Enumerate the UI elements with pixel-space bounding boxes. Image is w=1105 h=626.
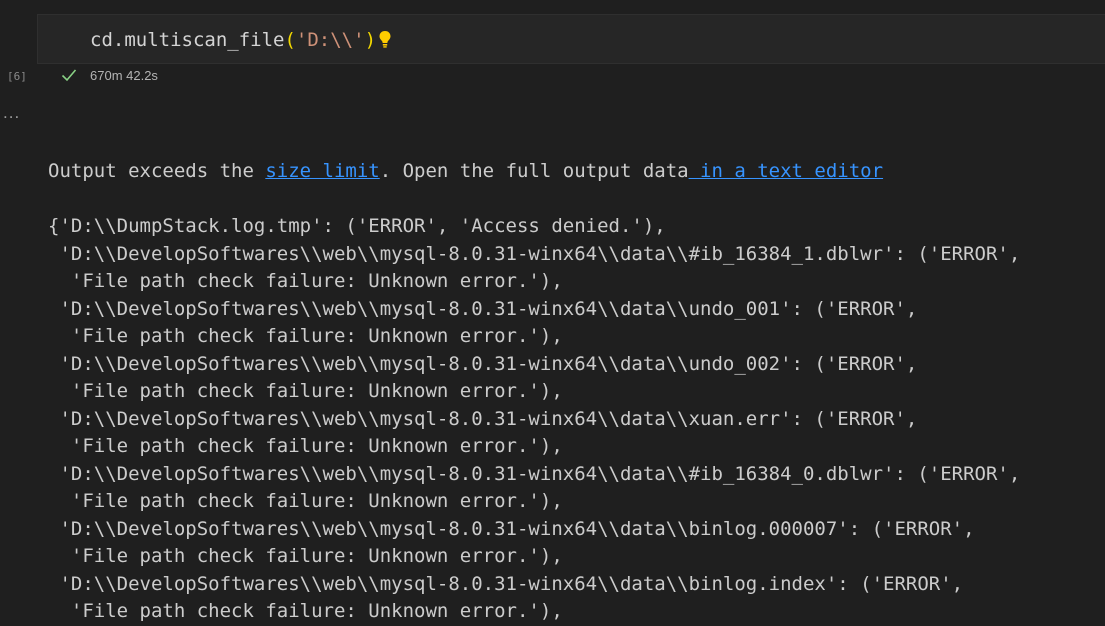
check-icon [60, 66, 78, 84]
lightbulb-icon[interactable] [378, 29, 392, 54]
code-editor[interactable]: cd.multiscan_file('D:\\') [37, 14, 1105, 64]
size-limit-link[interactable]: size limit [265, 160, 379, 182]
output-line: 'File path check failure: Unknown error.… [48, 435, 563, 457]
output-line: 'D:\\DevelopSoftwares\\web\\mysql-8.0.31… [48, 242, 1021, 265]
notice-text: Output exceeds the [48, 160, 266, 182]
output-line: 'D:\\DevelopSoftwares\\web\\mysql-8.0.31… [48, 462, 1021, 485]
output-line: 'File path check failure: Unknown error.… [48, 270, 563, 292]
output-line: 'File path check failure: Unknown error.… [48, 380, 563, 402]
output-line: 'D:\\DevelopSoftwares\\web\\mysql-8.0.31… [48, 297, 918, 320]
notice-text-middle: . Open the full output data [379, 160, 689, 182]
code-line[interactable]: cd.multiscan_file('D:\\') [90, 29, 392, 54]
code-close-paren: ) [364, 29, 377, 51]
output-line: 'D:\\DevelopSoftwares\\web\\mysql-8.0.31… [48, 407, 918, 430]
notebook-cell[interactable]: cd.multiscan_file('D:\\') [37, 14, 1105, 92]
output-line: 'File path check failure: Unknown error.… [48, 545, 563, 567]
execution-duration: 670m 42.2s [90, 67, 158, 83]
code-string-arg: 'D:\\' [295, 29, 365, 51]
open-in-text-editor-link[interactable]: in a text editor [689, 160, 883, 182]
cell-status: 670m 42.2s [60, 66, 158, 84]
output-line: 'File path check failure: Unknown error.… [48, 490, 563, 512]
code-open-paren: ( [284, 29, 296, 51]
output-line: 'D:\\DevelopSoftwares\\web\\mysql-8.0.31… [48, 352, 918, 375]
output-line: {'D:\\DumpStack.log.tmp': ('ERROR', 'Acc… [48, 215, 666, 237]
output-line: 'D:\\DevelopSoftwares\\web\\mysql-8.0.31… [48, 572, 964, 595]
execution-count: [6] [7, 70, 27, 83]
cell-output: Output exceeds the size limit. Open the … [48, 103, 1105, 626]
output-line: 'File path check failure: Unknown error.… [48, 600, 563, 622]
output-truncation-notice: Output exceeds the size limit. Open the … [48, 158, 1105, 186]
output-line: 'File path check failure: Unknown error.… [48, 325, 563, 347]
code-call: cd.multiscan_file [90, 29, 285, 51]
output-more-actions-button[interactable]: ... [3, 103, 20, 123]
output-line: 'D:\\DevelopSoftwares\\web\\mysql-8.0.31… [48, 517, 975, 540]
